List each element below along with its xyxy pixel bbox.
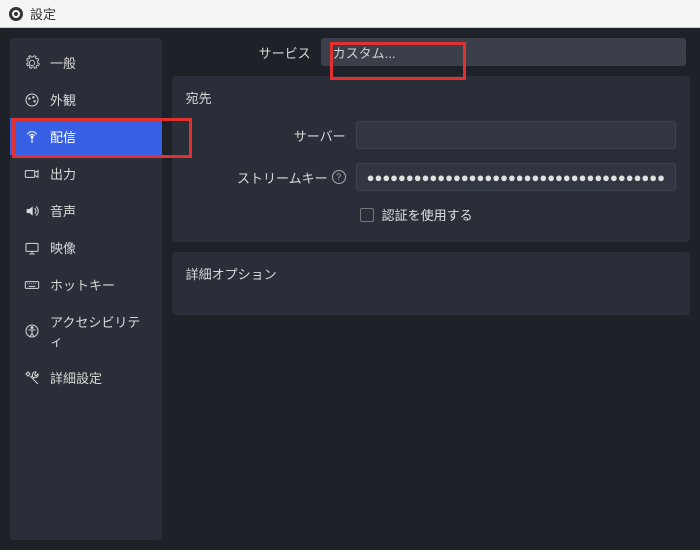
sidebar-item-label: 音声 bbox=[50, 201, 76, 220]
advanced-heading: 詳細オプション bbox=[186, 264, 676, 283]
sidebar-item-advanced[interactable]: 詳細設定 bbox=[10, 359, 162, 396]
sidebar-item-label: アクセシビリティ bbox=[50, 312, 148, 350]
output-icon bbox=[24, 166, 40, 182]
server-input[interactable] bbox=[356, 121, 676, 149]
settings-sidebar: 一般 外観 配信 出力 音声 bbox=[10, 38, 162, 540]
sidebar-item-label: ホットキー bbox=[50, 275, 115, 294]
app-logo-icon bbox=[8, 6, 24, 22]
sidebar-item-appearance[interactable]: 外観 bbox=[10, 81, 162, 118]
service-value: カスタム... bbox=[333, 43, 396, 62]
sidebar-item-general[interactable]: 一般 bbox=[10, 44, 162, 81]
sidebar-item-label: 映像 bbox=[50, 238, 76, 257]
service-row: サービス カスタム... bbox=[172, 38, 690, 66]
streamkey-input[interactable]: ●●●●●●●●●●●●●●●●●●●●●●●●●●●●●●●●●●●●●● bbox=[356, 163, 676, 191]
streamkey-value: ●●●●●●●●●●●●●●●●●●●●●●●●●●●●●●●●●●●●●● bbox=[367, 170, 665, 185]
main-content: サービス カスタム... 宛先 サーバー ストリームキー ? ●●●●●●●●●… bbox=[172, 38, 690, 540]
sidebar-item-label: 外観 bbox=[50, 90, 76, 109]
sidebar-item-label: 一般 bbox=[50, 53, 76, 72]
sidebar-item-label: 出力 bbox=[50, 164, 76, 183]
titlebar: 設定 bbox=[0, 0, 700, 28]
accessibility-icon bbox=[24, 323, 40, 339]
destination-heading: 宛先 bbox=[186, 88, 676, 107]
destination-panel: 宛先 サーバー ストリームキー ? ●●●●●●●●●●●●●●●●●●●●●●… bbox=[172, 76, 690, 242]
auth-checkbox[interactable] bbox=[360, 208, 374, 222]
gear-icon bbox=[24, 55, 40, 71]
sidebar-item-video[interactable]: 映像 bbox=[10, 229, 162, 266]
help-icon[interactable]: ? bbox=[332, 170, 346, 184]
server-row: サーバー bbox=[186, 121, 676, 149]
sidebar-item-accessibility[interactable]: アクセシビリティ bbox=[10, 303, 162, 359]
window-title: 設定 bbox=[30, 4, 56, 23]
sidebar-item-label: 配信 bbox=[50, 127, 76, 146]
advanced-panel: 詳細オプション bbox=[172, 252, 690, 315]
streamkey-label: ストリームキー ? bbox=[186, 168, 346, 187]
sidebar-item-hotkeys[interactable]: ホットキー bbox=[10, 266, 162, 303]
server-label: サーバー bbox=[186, 126, 346, 145]
palette-icon bbox=[24, 92, 40, 108]
streamkey-row: ストリームキー ? ●●●●●●●●●●●●●●●●●●●●●●●●●●●●●●… bbox=[186, 163, 676, 191]
sidebar-item-stream[interactable]: 配信 bbox=[10, 118, 162, 155]
auth-checkbox-label: 認証を使用する bbox=[382, 205, 473, 224]
sidebar-item-audio[interactable]: 音声 bbox=[10, 192, 162, 229]
monitor-icon bbox=[24, 240, 40, 256]
keyboard-icon bbox=[24, 277, 40, 293]
sidebar-item-label: 詳細設定 bbox=[50, 368, 102, 387]
speaker-icon bbox=[24, 203, 40, 219]
antenna-icon bbox=[24, 129, 40, 145]
service-select[interactable]: カスタム... bbox=[321, 38, 686, 66]
auth-checkbox-row[interactable]: 認証を使用する bbox=[186, 205, 676, 224]
service-label: サービス bbox=[176, 43, 311, 62]
tools-icon bbox=[24, 370, 40, 386]
sidebar-item-output[interactable]: 出力 bbox=[10, 155, 162, 192]
